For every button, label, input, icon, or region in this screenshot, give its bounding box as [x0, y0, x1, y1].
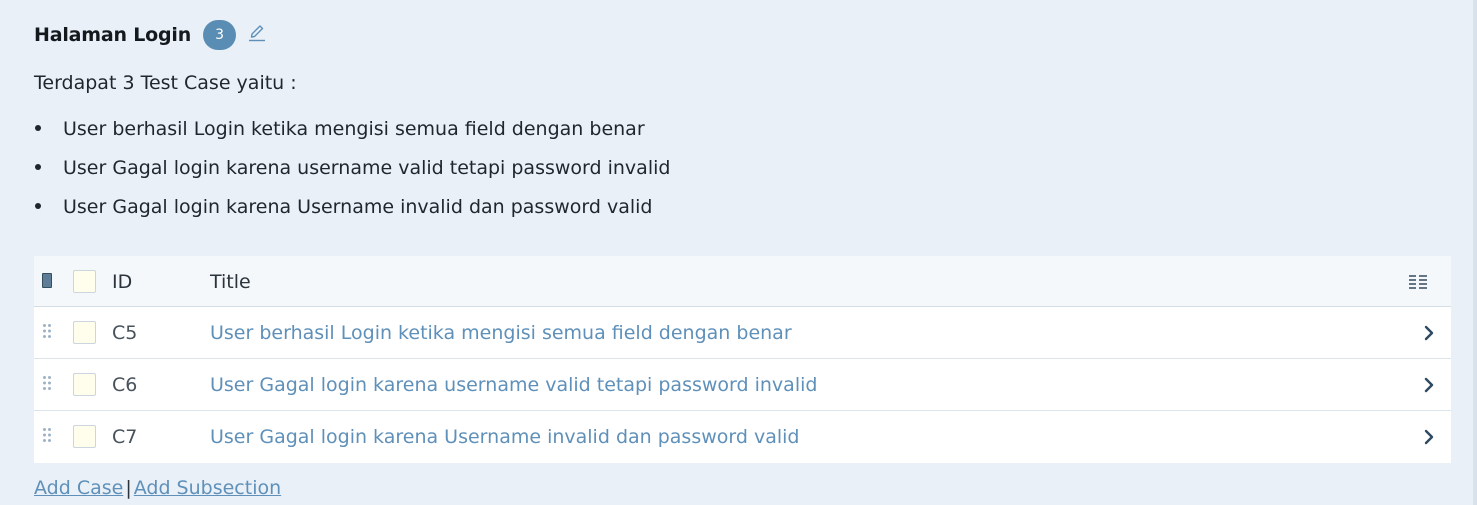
pencil-icon[interactable]	[248, 22, 266, 42]
drag-handle-icon[interactable]	[42, 375, 52, 391]
case-title-link[interactable]: User Gagal login karena Username invalid…	[210, 426, 799, 448]
table-header: ID Title	[34, 256, 1451, 307]
bullet-item: User Gagal login karena username valid t…	[34, 155, 670, 194]
section-header: Halaman Login 3	[34, 20, 266, 50]
add-subsection-link[interactable]: Add Subsection	[134, 477, 281, 499]
select-all-checkbox[interactable]	[73, 270, 96, 293]
table-row[interactable]: C7 User Gagal login karena Username inva…	[34, 411, 1451, 463]
table-row[interactable]: C5 User berhasil Login ketika mengisi se…	[34, 307, 1451, 359]
columns-icon[interactable]	[1408, 273, 1428, 291]
case-id: C7	[112, 426, 138, 448]
test-case-bullet-list: User berhasil Login ketika mengisi semua…	[34, 116, 670, 233]
row-checkbox[interactable]	[73, 373, 96, 396]
scrollbar[interactable]	[1473, 0, 1477, 505]
bullet-item: User berhasil Login ketika mengisi semua…	[34, 116, 670, 155]
chevron-right-icon[interactable]	[1423, 376, 1435, 394]
case-title-link[interactable]: User Gagal login karena username valid t…	[210, 374, 817, 396]
bullet-item: User Gagal login karena Username invalid…	[34, 194, 670, 233]
case-id: C5	[112, 322, 138, 344]
drag-handle-icon[interactable]	[42, 323, 52, 339]
chevron-right-icon[interactable]	[1423, 324, 1435, 342]
section-title: Halaman Login	[34, 24, 192, 46]
case-id: C6	[112, 374, 138, 396]
chevron-right-icon[interactable]	[1423, 428, 1435, 446]
link-separator: |	[125, 477, 132, 499]
column-header-id[interactable]: ID	[112, 271, 132, 293]
row-checkbox[interactable]	[73, 425, 96, 448]
column-header-title[interactable]: Title	[210, 271, 251, 293]
row-checkbox[interactable]	[73, 321, 96, 344]
footer-links: Add Case | Add Subsection	[34, 477, 281, 499]
case-title-link[interactable]: User berhasil Login ketika mengisi semua…	[210, 322, 792, 344]
table-row[interactable]: C6 User Gagal login karena username vali…	[34, 359, 1451, 411]
section-description: Terdapat 3 Test Case yaitu :	[34, 72, 297, 94]
case-count-badge: 3	[203, 20, 237, 50]
select-all-handle-icon[interactable]	[42, 273, 52, 288]
drag-handle-icon[interactable]	[42, 427, 52, 443]
add-case-link[interactable]: Add Case	[34, 477, 123, 499]
case-table: ID Title C5 User berhasil Login ketika m…	[34, 256, 1451, 463]
